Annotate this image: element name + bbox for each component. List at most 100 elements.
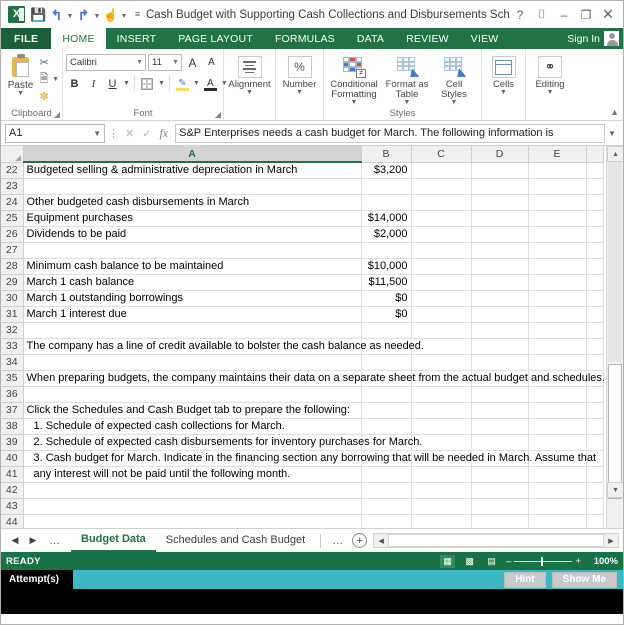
cell-f[interactable] [585,385,604,403]
cell-a[interactable] [22,321,362,339]
cell-d[interactable] [470,177,529,195]
cell-a[interactable]: Dividends to be paid [22,225,362,243]
cell-e[interactable] [527,209,587,227]
cell-f[interactable] [585,161,604,179]
tab-formulas[interactable]: FORMULAS [264,28,346,49]
cell-e[interactable] [527,337,587,355]
cell-d[interactable] [470,193,529,211]
cell-c[interactable] [410,305,472,323]
cell-b[interactable] [360,513,412,528]
row-header[interactable]: 43 [1,497,24,515]
cell-f[interactable] [585,513,604,528]
row-header[interactable]: 35 [1,369,24,387]
cell-e[interactable] [527,417,587,435]
restore-button[interactable]: ❐ [575,5,597,25]
cell-f[interactable] [585,433,604,451]
column-header-d[interactable]: D [470,146,529,163]
cells-dropdown-icon[interactable]: ▼ [500,89,507,96]
paste-dropdown-icon[interactable]: ▼ [17,90,24,97]
scroll-up-icon[interactable]: ▲ [607,146,623,162]
scrollbar-thumb[interactable] [608,364,622,499]
row-header[interactable]: 23 [1,177,24,195]
row-header[interactable]: 28 [1,257,24,275]
cell-d[interactable] [470,481,529,499]
hint-button[interactable]: Hint [504,571,546,588]
row-header[interactable]: 38 [1,417,24,435]
cell-d[interactable] [470,417,529,435]
column-header-a[interactable]: A [22,146,362,163]
font-size-input[interactable]: 11 ▼ [148,54,182,71]
cell-d[interactable] [470,337,529,355]
row-header[interactable]: 37 [1,401,24,419]
cell-d[interactable] [470,209,529,227]
row-header[interactable]: 22 [1,161,24,179]
row-header[interactable]: 41 [1,465,24,483]
cell-c[interactable] [410,401,472,419]
add-sheet-button[interactable]: + [352,533,368,548]
column-header-c[interactable]: C [410,146,472,163]
cell-a[interactable]: 1. Schedule of expected cash collections… [22,417,362,435]
cell-a[interactable] [22,481,362,499]
cell-b[interactable] [360,385,412,403]
chevron-down-icon[interactable]: ▼ [170,59,179,66]
copy-dropdown-icon[interactable]: ▼ [52,76,59,83]
cell-e[interactable] [527,353,587,371]
row-header[interactable]: 39 [1,433,24,451]
cell-a[interactable] [22,497,362,515]
cell-a[interactable]: any interest will not be paid until the … [22,465,362,483]
editing-button[interactable]: ⚭ Editing ▼ [529,52,571,96]
cell-c[interactable] [410,353,472,371]
cell-b[interactable] [360,497,412,515]
underline-button[interactable]: U [104,75,121,92]
scroll-down-icon[interactable]: ▼ [607,482,623,498]
cell-a[interactable]: When preparing budgets, the company main… [22,369,605,387]
cell-e[interactable] [527,321,587,339]
font-dialog-launcher[interactable]: ◢ [215,110,221,119]
row-header[interactable]: 33 [1,337,24,355]
cell-e[interactable] [527,161,587,179]
cell-c[interactable] [410,385,472,403]
cell-e[interactable] [527,465,587,483]
cell-d[interactable] [470,321,529,339]
cell-d[interactable] [470,305,529,323]
cell-b[interactable] [360,241,412,259]
cell-e[interactable] [527,481,587,499]
chevron-down-icon[interactable]: ▼ [134,59,143,66]
cell-d[interactable] [470,353,529,371]
cell-d[interactable] [470,257,529,275]
format-painter-button[interactable]: ✽ [37,89,59,104]
zoom-in-button[interactable]: + [575,556,581,567]
cell-a[interactable]: March 1 outstanding borrowings [22,289,362,307]
bold-button[interactable]: B [66,75,83,92]
sheet-tab-schedules-and-cash-budget[interactable]: Schedules and Cash Budget [156,530,315,552]
cell-a[interactable] [22,177,362,195]
help-button[interactable]: ? [509,5,531,25]
italic-button[interactable]: I [85,75,102,92]
collapse-ribbon-icon[interactable]: ▲ [610,107,619,117]
show-me-button[interactable]: Show Me [551,571,617,588]
cell-f[interactable] [585,337,604,355]
format-as-table-dropdown-icon[interactable]: ▼ [404,99,411,106]
row-header[interactable]: 31 [1,305,24,323]
row-header[interactable]: 32 [1,321,24,339]
formula-input[interactable]: S&P Enterprises needs a cash budget for … [175,123,605,143]
touch-dropdown-icon[interactable]: ▼ [120,6,128,24]
cell-c[interactable] [410,465,472,483]
cell-c[interactable] [410,209,472,227]
cell-b[interactable] [360,465,412,483]
cell-a[interactable]: Equipment purchases [22,209,362,227]
cell-b[interactable] [360,481,412,499]
page-break-view-icon[interactable]: ▤ [484,555,499,568]
select-all-button[interactable] [1,146,24,163]
cell-c[interactable] [410,481,472,499]
conditional-formatting-button[interactable]: ≠ Conditional Formatting ▼ [327,52,381,106]
tab-file[interactable]: FILE [1,28,52,49]
formula-bar-handle[interactable]: ⋮ [105,127,122,140]
cell-f[interactable] [585,177,604,195]
row-header[interactable]: 24 [1,193,24,211]
cell-f[interactable] [585,497,604,515]
cell-f[interactable] [585,209,604,227]
cell-b[interactable]: $10,000 [360,257,412,275]
cell-styles-button[interactable]: Cell Styles ▼ [433,52,475,106]
cell-d[interactable] [470,497,529,515]
